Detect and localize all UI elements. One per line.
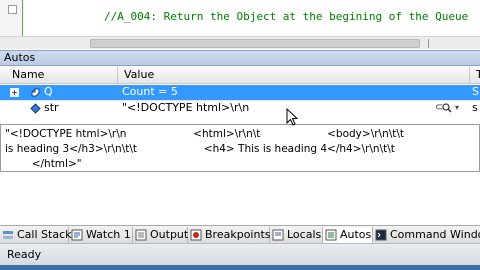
tab-command-window[interactable]: Command Windo (373, 227, 480, 243)
visualizer-line-3: </html>" (5, 158, 82, 170)
column-header-type[interactable]: T (470, 67, 480, 84)
status-text: Ready (7, 248, 42, 261)
code-comment: //A_004: Return the Object at the begini… (104, 10, 469, 23)
collapse-icon[interactable] (8, 5, 17, 14)
column-header-value[interactable]: Value (118, 67, 470, 84)
autos-row-q[interactable]: + Q Count = 5 S (0, 85, 480, 100)
mouse-cursor-icon (286, 108, 298, 126)
autos-icon (325, 229, 337, 241)
tab-output[interactable]: Output (133, 227, 188, 243)
row-value[interactable]: Count = 5 (122, 85, 462, 100)
string-visualizer-popup[interactable]: "<!DOCTYPE html>\r\n <html>\r\n\t <body>… (0, 124, 480, 172)
row-value[interactable]: "<!DOCTYPE html>\r\n (122, 101, 422, 116)
autos-row-str[interactable]: str "<!DOCTYPE html>\r\n ⊂ ▾ s (0, 101, 480, 116)
row-name: Q (44, 85, 53, 98)
field-icon (30, 103, 41, 114)
autos-grid-empty-area (0, 172, 480, 225)
tab-label: Watch 1 (86, 228, 131, 241)
output-icon (135, 229, 147, 241)
tab-breakpoints[interactable]: Breakpoints (188, 227, 271, 243)
autos-grid-header: Name Value T (0, 67, 480, 84)
row-type: S (472, 85, 479, 98)
tab-label: Breakpoints (205, 228, 271, 241)
text-visualizer-button[interactable]: ⊂ ▾ (433, 101, 463, 116)
row-name: str (44, 101, 59, 114)
call-stack-icon (3, 231, 13, 239)
code-editor[interactable]: //A_004: Return the Object at the begini… (0, 0, 480, 49)
breakpoints-icon (190, 229, 202, 241)
watch-icon (71, 229, 83, 241)
tab-locals[interactable]: Locals (270, 227, 323, 243)
status-bar: Ready (0, 243, 480, 265)
search-icon (442, 103, 452, 113)
tab-label: Autos (340, 228, 372, 241)
tab-label: Command Windo (390, 228, 480, 241)
scrollbar-thumb[interactable] (90, 39, 420, 48)
visualizer-line-1: "<!DOCTYPE html>\r\n <html>\r\n\t <body>… (5, 128, 405, 140)
tab-watch-1[interactable]: Watch 1 (69, 227, 133, 243)
taskbar (0, 265, 480, 270)
column-header-name[interactable]: Name (6, 67, 118, 84)
locals-icon (272, 229, 284, 241)
split-handle[interactable] (428, 39, 436, 48)
tab-label: Locals (287, 228, 322, 241)
tool-window-tabs: Call Stack Watch 1 Output Breakpoints Lo… (0, 225, 480, 243)
object-icon (31, 88, 40, 97)
visualizer-line-2: is heading 3</h3>\r\n\t\t <h4> This is h… (5, 143, 395, 155)
tab-label: Output (150, 228, 189, 241)
row-type: s (472, 101, 478, 114)
command-window-icon (375, 229, 387, 241)
tab-autos[interactable]: Autos (323, 227, 373, 243)
expand-icon[interactable]: + (10, 88, 19, 97)
editor-horizontal-scrollbar[interactable] (0, 36, 480, 49)
tab-call-stack[interactable]: Call Stack (0, 227, 72, 243)
dropdown-arrow-icon[interactable]: ▾ (455, 101, 459, 115)
autos-pane-title: Autos (0, 50, 480, 66)
tab-label: Call Stack (17, 228, 72, 241)
